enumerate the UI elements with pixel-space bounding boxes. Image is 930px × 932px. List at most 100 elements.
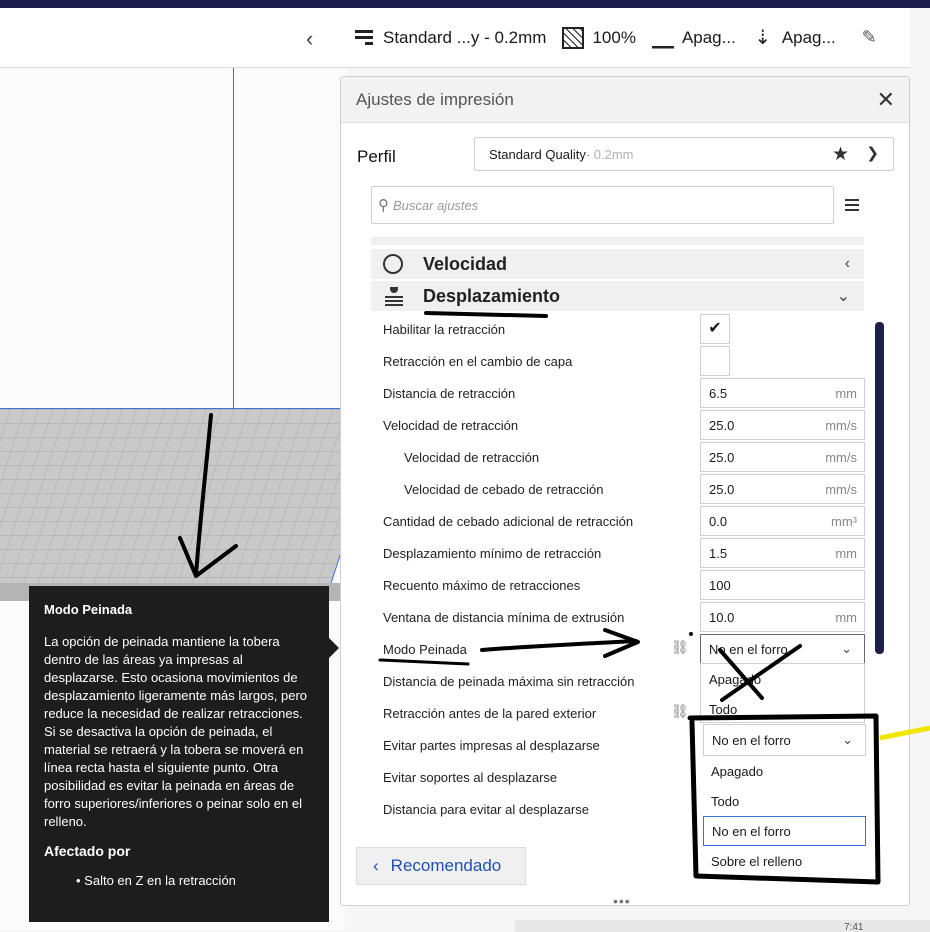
print-setup-header[interactable]: Standard ...y - 0.2mm 100% Apag... ⇣ Apa… xyxy=(339,8,910,68)
category-desplazamiento[interactable]: Desplazamiento ⌄ xyxy=(371,281,864,311)
tooltip-pointer xyxy=(329,638,339,658)
recommended-button[interactable]: ‹ Recomendado xyxy=(356,847,526,885)
setting-label: Evitar soportes al desplazarse xyxy=(383,769,558,785)
status-text: 7:41 xyxy=(844,922,864,932)
dropdown-selected[interactable]: No en el forro ⌄ xyxy=(703,724,866,756)
header-adhesion[interactable]: ⇣ Apag... xyxy=(752,26,836,49)
settings-scrollbar[interactable] xyxy=(875,322,884,654)
star-icon[interactable]: ★ xyxy=(832,143,849,166)
speed-gauge-icon xyxy=(383,254,403,274)
combing-mode-dropdown-expanded[interactable]: No en el forro ⌄ Apagado Todo No en el fo… xyxy=(703,724,866,876)
dropdown-option[interactable]: Sobre el relleno xyxy=(703,846,866,876)
setting-input[interactable]: 0.0 mm³ xyxy=(700,506,865,536)
axis-line xyxy=(233,68,234,428)
setting-input[interactable]: 25.0 mm/s xyxy=(700,410,865,440)
setting-label: Cantidad de cebado adicional de retracci… xyxy=(383,513,634,529)
link-icon[interactable]: ⛓ xyxy=(671,703,689,720)
header-support-label: Apag... xyxy=(681,27,736,47)
setting-value: No en el forro xyxy=(709,641,788,657)
setting-label: Distancia de retracción xyxy=(383,385,516,401)
setting-label: Ventana de distancia mínima de extrusión xyxy=(383,609,625,625)
dropdown-option-highlighted[interactable]: No en el forro xyxy=(703,816,866,846)
settings-menu-icon[interactable] xyxy=(845,199,859,201)
profile-lines-icon xyxy=(353,27,375,49)
setting-input[interactable]: 100 xyxy=(700,570,865,600)
setting-label: Retracción en el cambio de capa xyxy=(383,353,573,369)
recommended-label: Recomendado xyxy=(390,856,502,875)
profile-label: Perfil xyxy=(357,147,396,166)
dropdown-option[interactable]: Apagado xyxy=(703,756,866,786)
header-adhesion-label: Apag... xyxy=(781,27,836,47)
retraction-checkbox[interactable]: ✔ xyxy=(700,314,730,344)
category-velocidad[interactable]: Velocidad ‹ xyxy=(371,249,864,279)
setting-label: Desplazamiento mínimo de retracción xyxy=(383,545,602,561)
tooltip-affected-title: Afectado por xyxy=(44,843,131,859)
combing-mode-select[interactable]: No en el forro ⌄ xyxy=(700,634,865,664)
setting-value: 100 xyxy=(709,577,731,593)
resize-handle-icon[interactable]: ••• xyxy=(613,893,631,909)
setting-row: Habilitar la retracción xyxy=(383,313,863,345)
header-support[interactable]: Apag... xyxy=(651,27,736,49)
category-velocidad-label: Velocidad xyxy=(423,253,508,274)
search-input[interactable]: ⚲ Buscar ajustes xyxy=(371,186,834,224)
setting-label: Velocidad de retracción xyxy=(404,449,540,465)
setting-row: Retracción en el cambio de capa xyxy=(383,345,863,377)
setting-input[interactable]: 6.5 mm xyxy=(700,378,865,408)
setting-input[interactable]: 10.0 mm xyxy=(700,602,865,632)
setting-unit: mm xyxy=(835,609,857,625)
setting-row: Distancia de peinada máxima sin retracci… xyxy=(383,665,863,697)
adhesion-icon: ⇣ xyxy=(754,26,772,49)
dropdown-option[interactable]: Todo xyxy=(703,786,866,816)
chevron-down-icon: ⌄ xyxy=(842,732,853,747)
setting-label: Velocidad de cebado de retracción xyxy=(404,481,604,497)
search-placeholder: Buscar ajustes xyxy=(393,197,479,213)
setting-label: Retracción antes de la pared exterior xyxy=(383,705,597,721)
layer-change-checkbox[interactable] xyxy=(700,346,730,376)
setting-value: 25.0 xyxy=(709,481,735,497)
header-profile-label: Standard ...y - 0.2mm xyxy=(383,27,547,47)
app-root: ‹ Standard ...y - 0.2mm 100% Apag... ⇣ A… xyxy=(0,0,930,932)
setting-unit: mm/s xyxy=(825,481,857,497)
setting-unit: mm/s xyxy=(825,449,857,465)
close-icon[interactable]: ✕ xyxy=(877,87,895,113)
chevron-down-icon: ❯ xyxy=(866,145,879,162)
tooltip-title: Modo Peinada xyxy=(44,602,133,617)
header-profile[interactable]: Standard ...y - 0.2mm xyxy=(353,27,546,49)
checkmark-icon: ✔ xyxy=(708,320,722,337)
setting-input[interactable]: 25.0 mm/s xyxy=(700,474,865,504)
setting-value: 25.0 xyxy=(709,417,735,433)
tooltip-body: La opción de peinada mantiene la tobera … xyxy=(44,634,308,829)
setting-input[interactable]: 1.5 mm xyxy=(700,538,865,568)
setting-value: 1.5 xyxy=(709,545,728,561)
chevron-down-icon: ⌄ xyxy=(836,288,850,305)
tooltip: Modo Peinada La opción de peinada mantie… xyxy=(29,586,329,922)
build-plate xyxy=(0,408,345,583)
setting-input[interactable]: 25.0 mm/s xyxy=(700,442,865,472)
setting-label: Velocidad de retracción xyxy=(383,417,519,433)
profile-name: Standard Quality xyxy=(489,146,586,162)
infill-icon xyxy=(562,26,585,49)
category-partial xyxy=(371,237,864,245)
support-icon xyxy=(651,27,674,49)
setting-unit: mm³ xyxy=(831,513,857,529)
setting-label: Distancia para evitar al desplazarse xyxy=(383,801,589,817)
link-icon[interactable]: ⛓ xyxy=(671,639,689,656)
panel-title: Ajustes de impresión xyxy=(341,77,909,123)
chevron-left-icon: ‹ xyxy=(373,856,379,875)
chevron-left-icon: ‹ xyxy=(844,255,850,272)
header-infill[interactable]: 100% xyxy=(562,26,636,49)
collapse-chevron-icon[interactable]: ‹ xyxy=(306,26,313,52)
tooltip-affected-item: • Salto en Z en la retracción xyxy=(76,873,236,888)
edit-pencil-icon[interactable]: ✎ xyxy=(862,27,877,48)
setting-label: Distancia de peinada máxima sin retracci… xyxy=(383,673,635,689)
setting-value: 25.0 xyxy=(709,449,735,465)
setting-label: Recuento máximo de retracciones xyxy=(383,577,581,593)
travel-icon xyxy=(383,286,403,306)
left-toolbar: ‹ xyxy=(0,8,339,68)
status-strip xyxy=(515,920,930,932)
profile-select[interactable]: Standard Quality - 0.2mm ★ ❯ xyxy=(474,137,894,171)
setting-label: Habilitar la retracción xyxy=(383,321,506,337)
setting-unit: mm/s xyxy=(825,417,857,433)
setting-unit: mm xyxy=(835,545,857,561)
top-strip xyxy=(0,0,930,8)
